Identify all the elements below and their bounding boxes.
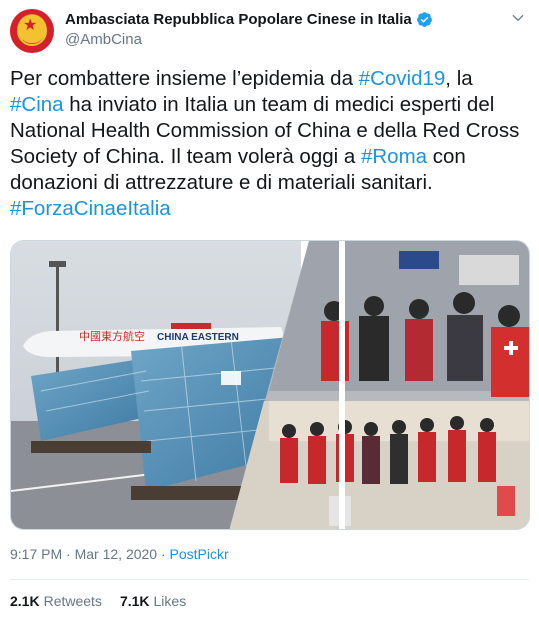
tweet-text-segment: Per combattere insieme l’epidemia da [10,67,359,90]
airline-label: CHINA EASTERN [157,332,239,343]
hashtag-link[interactable]: #Roma [361,145,427,168]
tweet-text-line: Society of China. Il team volerà oggi a … [10,144,529,170]
divider [10,579,529,580]
hashtag-link[interactable]: #Covid19 [359,67,446,90]
chevron-down-icon[interactable] [511,11,525,25]
tweet-text-segment: ha inviato in Italia un team di medici e… [63,93,495,116]
hashtag-link[interactable]: #ForzaCinaeItalia [10,197,171,220]
tweet-text-line: #Cina ha inviato in Italia un team di me… [10,92,529,118]
name-row: Ambasciata Repubblica Popolare Cinese in… [65,11,433,28]
hashtag-link[interactable]: #Cina [10,93,64,116]
likes-label: Likes [153,593,187,609]
emblem-star-icon: ★ [23,17,38,34]
tweet-text-line: #ForzaCinaeItalia [10,196,529,222]
retweets-label: Retweets [43,593,102,609]
tweet-text-segment: , la [445,67,473,90]
tweet-text-segment: con [427,145,466,168]
likes-count: 7.1K [119,593,150,609]
medical-team-photo[interactable] [229,241,530,530]
tweet-text-segment: National Health Commission of China e de… [10,119,520,142]
meta-separator: · [62,546,75,562]
retweets-stat[interactable]: 2.1K Retweets [10,593,102,609]
tweet-text-line: National Health Commission of China e de… [10,118,529,144]
tweet-time[interactable]: 9:17 PM [10,546,62,562]
tweet-meta: 9:17 PM · Mar 12, 2020 · PostPickr [10,546,229,562]
tweet-header: ★ Ambasciata Repubblica Popolare Cinese … [10,9,529,55]
retweets-count: 2.1K [10,593,40,609]
tweet-text-segment: Society of China. Il team volerà oggi a [10,145,361,168]
tweet-source-link[interactable]: PostPickr [170,546,229,562]
tweet-text-line: donazioni di attrezzature e di materiali… [10,170,529,196]
likes-stat[interactable]: 7.1K Likes [120,593,186,609]
airline-chinese-label: 中國東方航空 [79,329,145,343]
verified-badge-icon [416,12,432,27]
tweet-text: Per combattere insieme l’epidemia da #Co… [10,66,529,222]
account-handle[interactable]: @AmbCina [65,31,142,48]
tweet-text-line: Per combattere insieme l’epidemia da #Co… [10,66,529,92]
tweet-stats: 2.1K Retweets 7.1K Likes [10,593,204,609]
avatar[interactable]: ★ [10,9,54,53]
display-name[interactable]: Ambasciata Repubblica Popolare Cinese in… [65,11,412,28]
tweet-date[interactable]: Mar 12, 2020 [75,546,158,562]
tweet-media[interactable]: 中國東方航空 CHINA EASTERN [10,240,530,530]
tweet-text-segment: donazioni di attrezzature e di materiali… [10,171,433,194]
meta-separator-2: · [157,546,170,562]
